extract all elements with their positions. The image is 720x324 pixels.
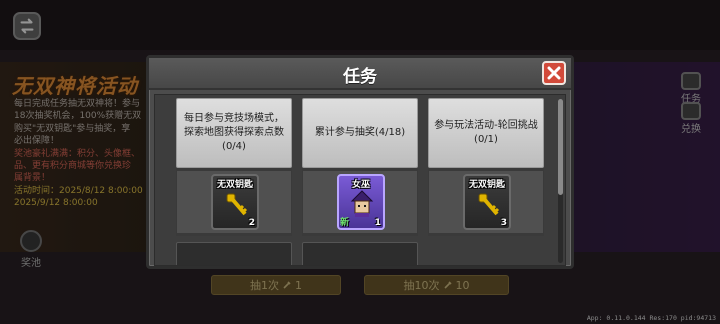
reward-count: 2 (248, 218, 255, 228)
modal-title: 任务 (343, 67, 377, 87)
task-card-next (176, 242, 292, 265)
task-reward: 无双钥匙 3 (428, 170, 544, 234)
reward-item[interactable]: 无双钥匙 2 (211, 174, 259, 230)
reward-count: 3 (500, 218, 507, 228)
task-card-next (302, 242, 418, 265)
task-reward: 女巫 新 1 (302, 170, 418, 234)
reward-count: 1 (374, 218, 381, 228)
task-description: 每日参与竞技场模式，探索地图获得探索点数(0/4) (176, 98, 292, 168)
task-card: 累计参与抽奖(4/18) 女巫 新 1 (302, 98, 418, 236)
reward-item[interactable]: 女巫 新 1 (337, 174, 385, 230)
witch-avatar-icon (350, 190, 374, 217)
task-card: 参与玩法活动-轮回挑战(0/1) 无双钥匙 3 (428, 98, 544, 236)
close-icon (547, 66, 561, 80)
task-list[interactable]: 每日参与竞技场模式，探索地图获得探索点数(0/4) 无双钥匙 2 累计参与抽奖(… (154, 94, 566, 266)
version-info: App: 0.11.0.144 Res:170 pid:94713 (586, 314, 716, 322)
golden-key-icon (226, 193, 248, 216)
task-scrollbar[interactable] (558, 99, 563, 263)
new-badge: 新 (340, 218, 350, 228)
reward-name: 无双钥匙 (216, 180, 253, 190)
task-reward: 无双钥匙 2 (176, 170, 292, 234)
task-description-empty (302, 242, 418, 265)
scroll-thumb[interactable] (558, 99, 563, 195)
task-modal: 任务 每日参与竞技场模式，探索地图获得探索点数(0/4) 无双钥匙 2 累计参与… (146, 55, 574, 269)
task-description: 累计参与抽奖(4/18) (302, 98, 418, 168)
task-description: 参与玩法活动-轮回挑战(0/1) (428, 98, 544, 168)
reward-name: 无双钥匙 (468, 180, 505, 190)
task-description-empty (176, 242, 292, 265)
reward-item[interactable]: 无双钥匙 3 (463, 174, 511, 230)
golden-key-icon (478, 193, 500, 216)
modal-header: 任务 (149, 58, 571, 90)
close-button[interactable] (542, 61, 566, 85)
reward-name: 女巫 (351, 180, 370, 190)
task-card: 每日参与竞技场模式，探索地图获得探索点数(0/4) 无双钥匙 2 (176, 98, 292, 236)
